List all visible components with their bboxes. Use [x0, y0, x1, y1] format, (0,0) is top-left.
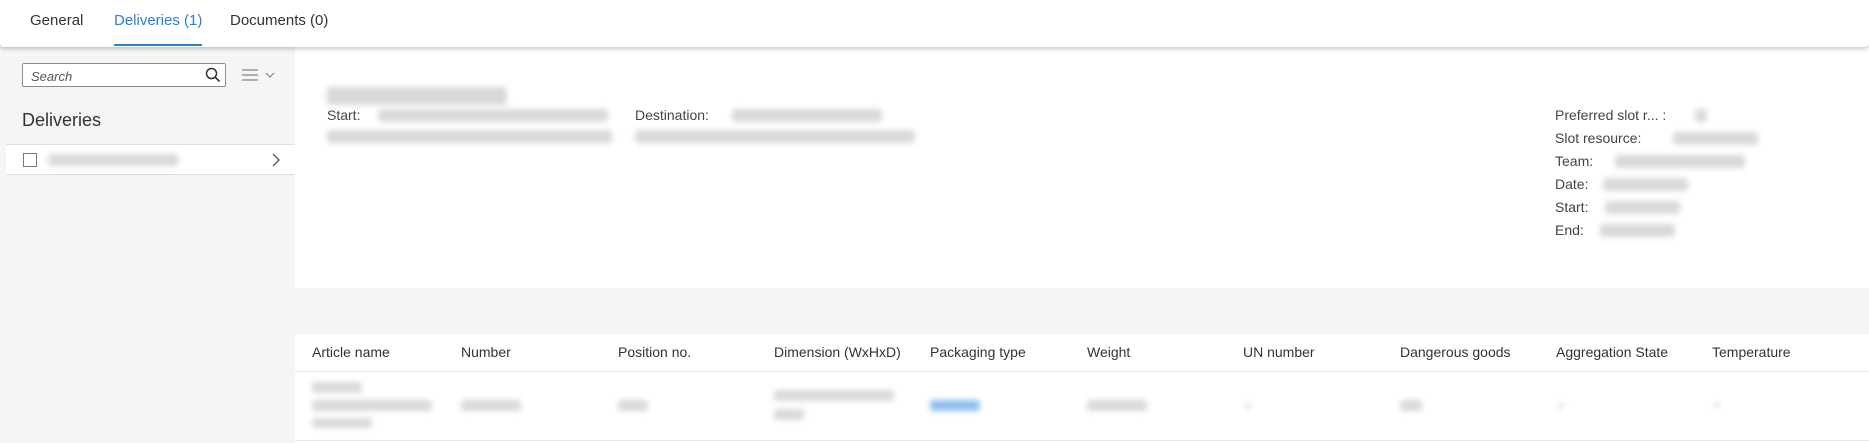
chevron-right-icon[interactable] [271, 153, 281, 167]
tab-bar: General Deliveries (1) Documents (0) [0, 0, 1869, 47]
date-value-redacted [1603, 178, 1688, 191]
cell-dimension-redacted [774, 390, 894, 401]
destination-address-redacted [635, 130, 915, 143]
cell-number-redacted [461, 400, 521, 411]
col-article-name[interactable]: Article name [312, 344, 390, 360]
end-time-value-redacted [1600, 224, 1675, 237]
table-row-divider [295, 440, 1869, 441]
col-dangerous-goods[interactable]: Dangerous goods [1400, 344, 1511, 360]
start-value-redacted [378, 109, 608, 122]
table-header-divider [295, 371, 1869, 372]
cell-dimension-redacted [774, 409, 804, 420]
cell-article-name-redacted [312, 400, 432, 411]
cell-article-name-redacted [312, 418, 372, 428]
checkbox-icon[interactable] [23, 153, 37, 167]
destination-value-redacted [732, 109, 882, 122]
date-label: Date: [1555, 176, 1589, 192]
start-address-redacted [327, 130, 612, 143]
col-aggregation-state[interactable]: Aggregation State [1556, 344, 1668, 360]
end-time-label: End: [1555, 222, 1584, 238]
slot-resource-value-redacted [1673, 132, 1758, 145]
start-label: Start: [327, 107, 361, 123]
cell-un-number-redacted [1245, 403, 1251, 408]
search-icon[interactable] [205, 67, 221, 83]
cell-aggregation-redacted [1558, 403, 1564, 408]
preferred-slot-value-redacted [1695, 109, 1707, 122]
start-time-label: Start: [1555, 199, 1589, 215]
start-time-value-redacted [1605, 201, 1680, 214]
sidebar: Deliveries [0, 47, 295, 443]
col-weight[interactable]: Weight [1087, 344, 1130, 360]
team-label: Team: [1555, 153, 1594, 169]
search-box[interactable] [22, 63, 226, 87]
team-value-redacted [1615, 155, 1745, 168]
sidebar-title: Deliveries [22, 110, 102, 130]
col-un-number[interactable]: UN number [1243, 344, 1315, 360]
col-number[interactable]: Number [461, 344, 511, 360]
search-input[interactable] [29, 66, 203, 86]
col-position-no[interactable]: Position no. [618, 344, 691, 360]
cell-dangerous-goods-redacted [1400, 400, 1422, 411]
delivery-details-panel: Start: Destination: Preferred slot r... … [295, 47, 1869, 288]
col-packaging-type[interactable]: Packaging type [930, 344, 1026, 360]
articles-table: Article name Number Position no. Dimensi… [295, 334, 1869, 443]
cell-temperature-redacted [1714, 403, 1720, 408]
list-menu-icon[interactable] [241, 67, 279, 83]
cell-weight-redacted [1087, 400, 1147, 411]
tab-general[interactable]: General [30, 12, 83, 46]
slot-resource-label: Slot resource: [1555, 130, 1642, 146]
cell-position-redacted [618, 400, 648, 411]
col-dimension[interactable]: Dimension (WxHxD) [774, 344, 901, 360]
tab-deliveries[interactable]: Deliveries (1) [114, 12, 203, 46]
tab-documents[interactable]: Documents (0) [230, 12, 328, 46]
delivery-name-redacted [48, 154, 178, 166]
destination-label: Destination: [635, 107, 709, 123]
col-temperature[interactable]: Temperature [1712, 344, 1791, 360]
delivery-title-redacted [327, 87, 507, 105]
cell-article-name-redacted [312, 382, 362, 393]
cell-packaging-link-redacted[interactable] [930, 400, 980, 411]
list-item[interactable] [6, 144, 295, 175]
preferred-slot-label: Preferred slot r... : [1555, 107, 1667, 123]
